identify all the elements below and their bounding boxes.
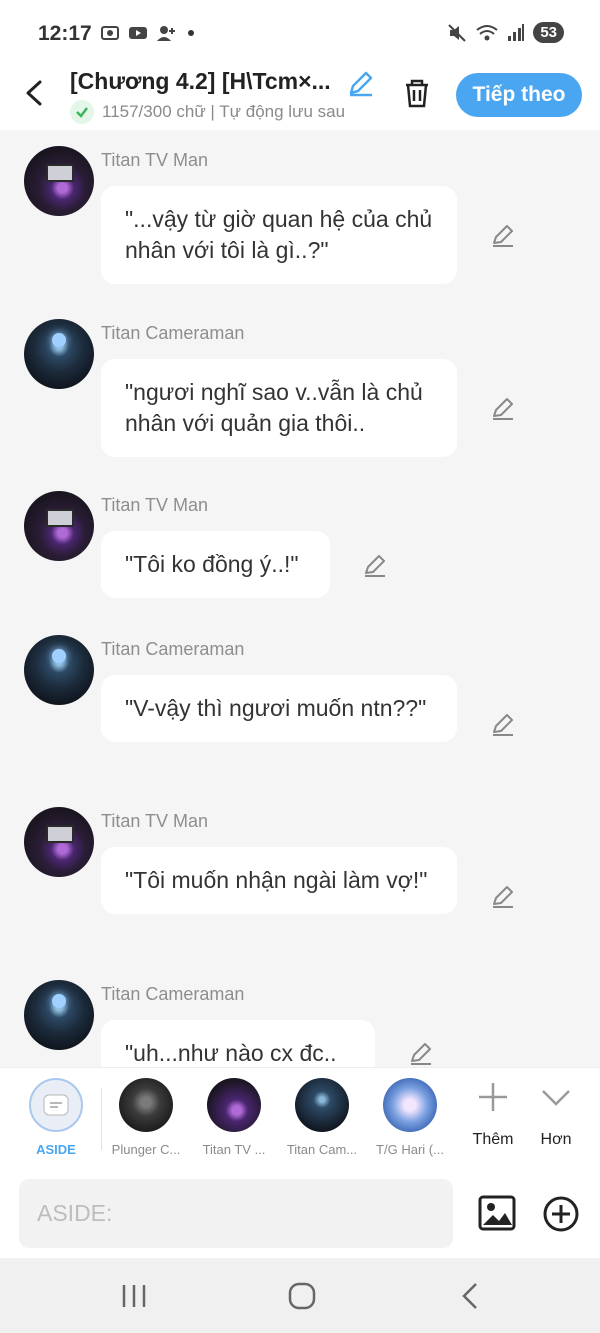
chapter-title[interactable]: [Chương 4.2] [H\Tcm×...: [70, 68, 342, 95]
avatar-titan-tv-man[interactable]: [24, 146, 94, 216]
add-character-label: Thêm: [472, 1131, 514, 1148]
edit-pencil-icon[interactable]: [490, 222, 516, 248]
recent-apps-icon[interactable]: [116, 1280, 152, 1312]
avatar-titan-cameraman[interactable]: [24, 635, 94, 705]
signal-icon: [508, 23, 525, 41]
avatar-plunger: [119, 1078, 173, 1132]
edit-title-pencil-icon[interactable]: [346, 68, 376, 98]
dialogue-bubble[interactable]: "...vậy từ giờ quan hệ của chủ nhân với …: [101, 186, 457, 284]
dialogue-bubble[interactable]: "Tôi ko đồng ý..!": [101, 531, 330, 598]
trash-icon[interactable]: [400, 76, 434, 110]
status-system-icons: 53: [447, 22, 564, 43]
word-count-status: 1157/300 chữ | Tự động lưu sau: [70, 100, 375, 124]
character-label: Titan TV ...: [202, 1142, 266, 1157]
aside-bubble-icon: [43, 1094, 69, 1116]
chevron-down-icon: [542, 1090, 570, 1106]
edit-pencil-icon[interactable]: [490, 395, 516, 421]
youtube-icon: [129, 27, 147, 39]
add-circle-icon[interactable]: [542, 1195, 580, 1233]
system-nav-bar: [0, 1258, 600, 1333]
character-label: Plunger C...: [111, 1142, 181, 1157]
dialogue-bubble[interactable]: "uh...như nào cx đc..: [101, 1020, 375, 1067]
avatar-titan-tv-man[interactable]: [24, 491, 94, 561]
selector-divider: [101, 1088, 102, 1150]
status-time: 12:17: [38, 22, 92, 45]
saved-check-icon: [70, 100, 94, 124]
plus-icon: [479, 1083, 507, 1111]
battery-level: 53: [533, 22, 564, 43]
aside-label: ASIDE: [36, 1142, 76, 1157]
collapse-label: Hơn: [540, 1131, 572, 1148]
avatar-tg-hari: [383, 1078, 437, 1132]
editor-header: [Chương 4.2] [H\Tcm×... 1157/300 chữ | T…: [0, 62, 600, 130]
status-notification-icons: [100, 24, 194, 42]
character-plunger[interactable]: Plunger C...: [106, 1078, 186, 1157]
collapse-button[interactable]: Hơn: [524, 1080, 588, 1149]
character-titan-tv-man[interactable]: Titan TV ...: [194, 1078, 274, 1157]
avatar-titan-tv-man[interactable]: [24, 807, 94, 877]
character-titan-cameraman[interactable]: Titan Cam...: [282, 1078, 362, 1157]
edit-pencil-icon[interactable]: [362, 552, 388, 578]
avatar-titan-cameraman: [295, 1078, 349, 1132]
image-icon[interactable]: [478, 1195, 516, 1231]
edit-pencil-icon[interactable]: [408, 1040, 434, 1066]
status-bar: 12:17 53: [0, 0, 600, 62]
avatar-titan-cameraman[interactable]: [24, 319, 94, 389]
wifi-icon: [476, 24, 498, 40]
edit-pencil-icon[interactable]: [490, 883, 516, 909]
dialogue-bubble[interactable]: "Tôi muốn nhận ngài làm vợ!": [101, 847, 457, 914]
add-person-icon: [157, 26, 175, 41]
screenshot-icon: [101, 26, 119, 40]
avatar-titan-tv-man: [207, 1078, 261, 1132]
more-notifications-dot: [188, 30, 194, 36]
add-character-button[interactable]: Thêm: [461, 1080, 525, 1149]
word-count-text: 1157/300 chữ | Tự động lưu sau: [102, 102, 346, 121]
aside-avatar: [29, 1078, 83, 1132]
home-icon[interactable]: [284, 1280, 320, 1312]
input-bar: [0, 1169, 600, 1258]
speaker-name: Titan Cameraman: [101, 323, 245, 343]
dialogue-input[interactable]: [19, 1179, 453, 1248]
back-nav-icon[interactable]: [452, 1280, 488, 1312]
speaker-name: Titan Cameraman: [101, 984, 245, 1004]
character-label: Titan Cam...: [286, 1142, 358, 1157]
character-selector: ASIDE Plunger C... Titan TV ... Titan Ca…: [0, 1067, 600, 1169]
character-aside[interactable]: ASIDE: [16, 1078, 96, 1157]
next-button[interactable]: Tiếp theo: [456, 73, 582, 117]
avatar-titan-cameraman[interactable]: [24, 980, 94, 1050]
back-arrow-icon[interactable]: [18, 76, 52, 110]
speaker-name: Titan Cameraman: [101, 639, 245, 659]
dialogue-bubble[interactable]: "ngươi nghĩ sao v..vẫn là chủ nhân với q…: [101, 359, 457, 457]
dialogue-list: Titan TV Man "...vậy từ giờ quan hệ của …: [0, 130, 600, 1067]
speaker-name: Titan TV Man: [101, 150, 209, 170]
speaker-name: Titan TV Man: [101, 495, 209, 515]
character-label: T/G Hari (...: [376, 1142, 444, 1157]
character-tg-hari[interactable]: T/G Hari (...: [370, 1078, 450, 1157]
speaker-name: Titan TV Man: [101, 811, 209, 831]
dialogue-bubble[interactable]: "V-vậy thì ngươi muốn ntn??": [101, 675, 457, 742]
mute-icon: [448, 23, 467, 42]
edit-pencil-icon[interactable]: [490, 711, 516, 737]
